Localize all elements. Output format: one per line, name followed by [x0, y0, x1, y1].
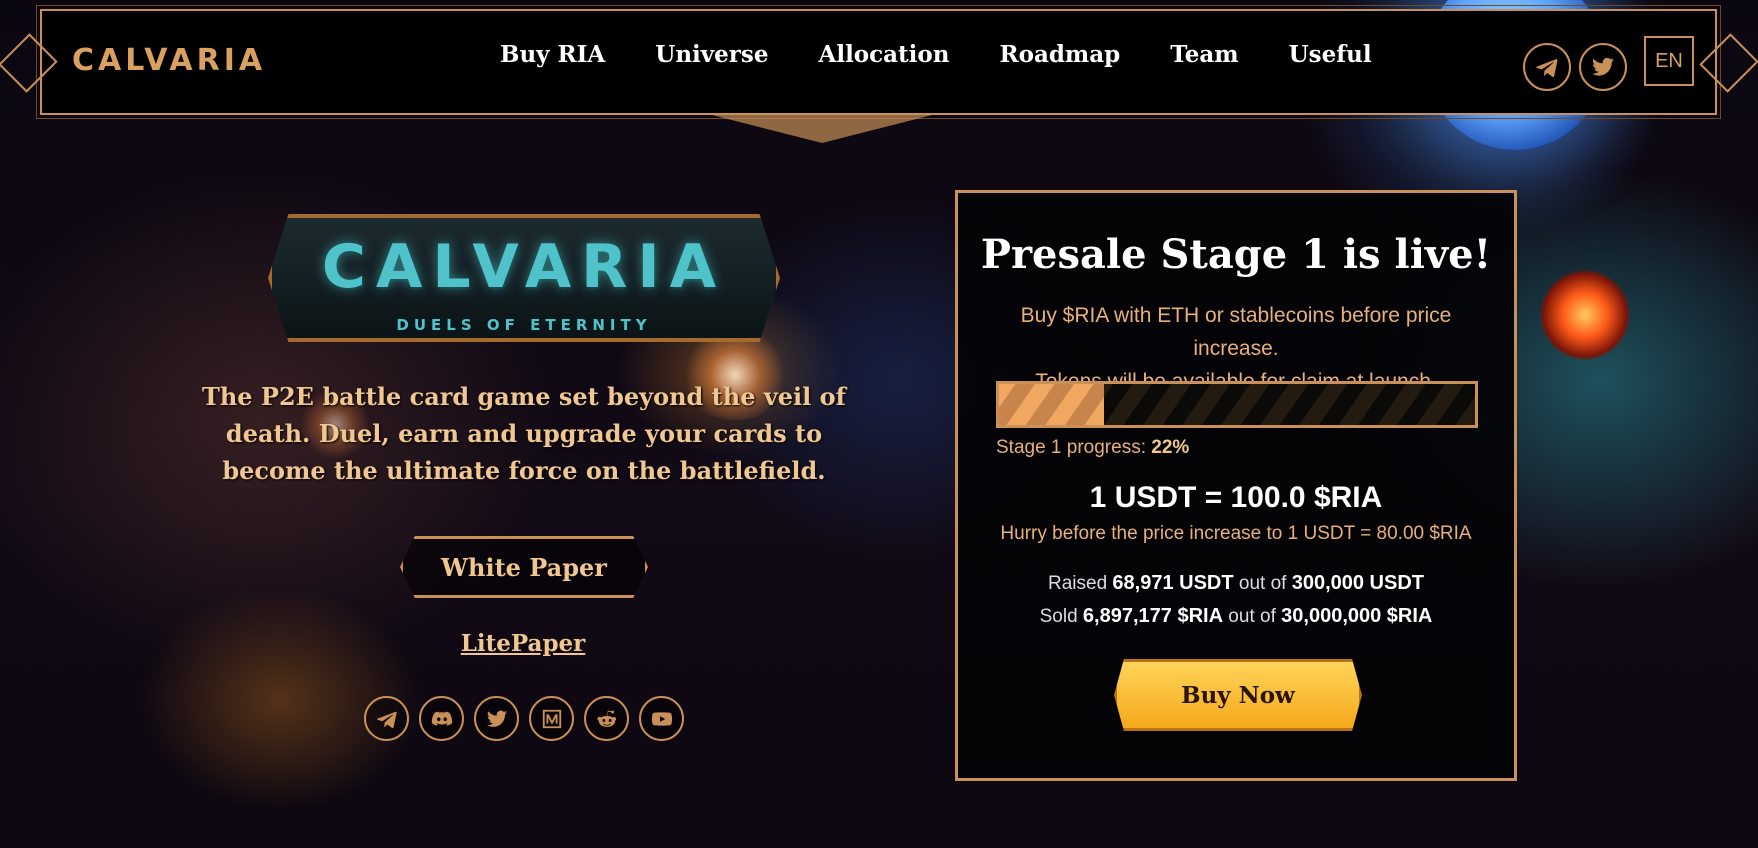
price-increase-notice: Hurry before the price increase to 1 USD… — [1000, 523, 1472, 544]
medium-icon — [542, 709, 561, 728]
raised-prefix: Raised — [1048, 573, 1113, 594]
telegram-link[interactable] — [1523, 43, 1571, 91]
twitter-icon — [486, 710, 507, 727]
logo-subtitle: DUELS OF ETERNITY — [396, 316, 652, 334]
discord-link[interactable] — [419, 696, 464, 741]
stage-progress-bar — [996, 381, 1478, 428]
twitter-icon — [1592, 57, 1614, 76]
token-rate: 1 USDT = 100.0 $RIA — [1089, 481, 1383, 514]
corner-ornament — [1699, 33, 1758, 93]
raised-line: Raised 68,971 USDT out of 300,000 USDT — [958, 567, 1514, 600]
progress-label-text: Stage 1 progress: — [996, 437, 1152, 458]
raised-total: 300,000 USDT — [1291, 572, 1424, 594]
site-logo[interactable]: CALVARIA — [72, 43, 266, 78]
nav-useful[interactable]: Useful — [1289, 41, 1372, 68]
sold-mid: out of — [1223, 606, 1282, 627]
white-paper-button[interactable]: White Paper — [400, 536, 648, 598]
social-links — [364, 696, 684, 741]
medium-link[interactable] — [529, 696, 574, 741]
presale-card: Presale Stage 1 is live! Buy $RIA with E… — [955, 190, 1517, 781]
hero-tagline: The P2E battle card game set beyond the … — [202, 382, 846, 485]
nav-universe[interactable]: Universe — [655, 41, 768, 68]
telegram-link[interactable] — [364, 696, 409, 741]
language-selector[interactable]: EN — [1644, 36, 1694, 86]
youtube-icon — [651, 711, 672, 726]
dragon-eye-decoration — [1540, 270, 1630, 360]
presale-stats: Raised 68,971 USDT out of 300,000 USDT S… — [958, 567, 1514, 633]
game-logo: CALVARIA DUELS OF ETERNITY — [268, 214, 780, 342]
sold-line: Sold 6,897,177 $RIA out of 30,000,000 $R… — [958, 600, 1514, 633]
twitter-link[interactable] — [1579, 43, 1627, 91]
discord-icon — [431, 711, 452, 726]
reddit-icon — [596, 710, 616, 727]
corner-ornament — [0, 33, 58, 93]
reddit-link[interactable] — [584, 696, 629, 741]
nav-team[interactable]: Team — [1170, 41, 1238, 68]
logo-title: CALVARIA — [321, 232, 727, 302]
twitter-link[interactable] — [474, 696, 519, 741]
top-navbar: CALVARIA Buy RIA Universe Allocation Roa… — [0, 5, 1758, 143]
nav-allocation[interactable]: Allocation — [818, 41, 949, 68]
raised-mid: out of — [1233, 573, 1292, 594]
nav-roadmap[interactable]: Roadmap — [999, 41, 1120, 68]
progress-fill — [999, 384, 1104, 425]
buy-now-button[interactable]: Buy Now — [1114, 659, 1362, 731]
sold-prefix: Sold — [1039, 606, 1083, 627]
nav-buy-ria[interactable]: Buy RIA — [500, 41, 605, 68]
sold-total: 30,000,000 $RIA — [1281, 605, 1433, 627]
litepaper-link[interactable]: LitePaper — [423, 630, 623, 657]
telegram-icon — [1536, 59, 1558, 77]
raised-value: 68,971 USDT — [1112, 572, 1234, 594]
header-chevron-ornament — [712, 115, 932, 143]
sold-value: 6,897,177 $RIA — [1082, 605, 1224, 627]
progress-value: 22% — [1151, 437, 1190, 458]
telegram-icon — [376, 711, 397, 728]
presale-heading: Presale Stage 1 is live! — [980, 231, 1492, 278]
main-nav: Buy RIA Universe Allocation Roadmap Team… — [500, 41, 1372, 68]
presale-desc-line: Buy $RIA with ETH or stablecoins before … — [1020, 304, 1452, 360]
youtube-link[interactable] — [639, 696, 684, 741]
stage-progress-label: Stage 1 progress: 22% — [996, 437, 1189, 459]
